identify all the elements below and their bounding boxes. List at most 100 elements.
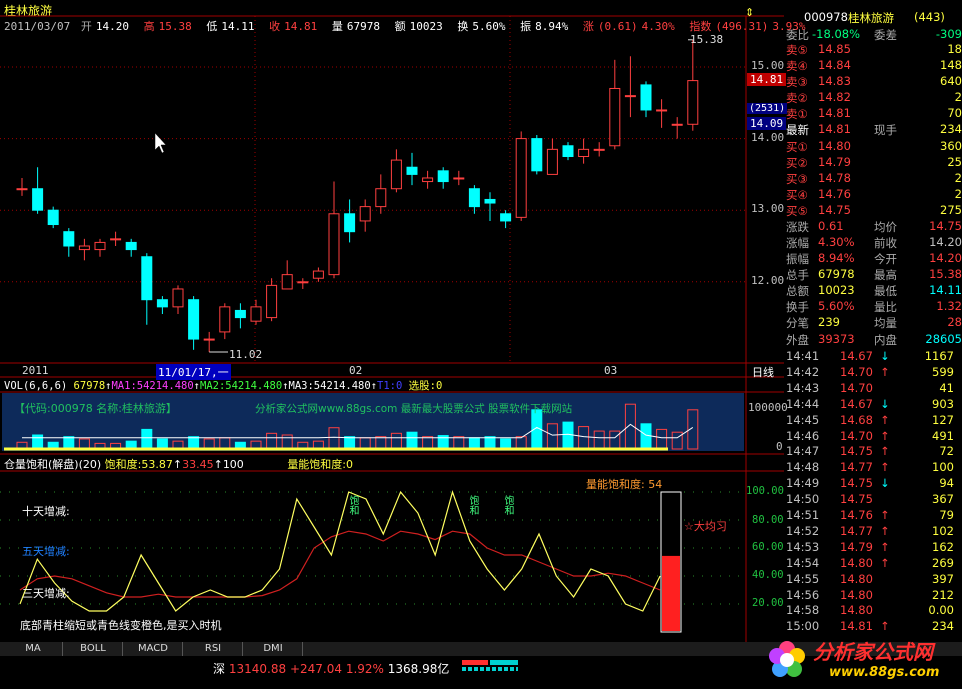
tab-macd[interactable]: MACD — [124, 642, 183, 656]
price-axis-13: 13.00 — [751, 202, 785, 215]
candle-body — [375, 188, 387, 208]
tick-direction: ↓ — [880, 476, 890, 491]
ind-axis-100: 100.00 — [746, 485, 784, 497]
volume-bar — [266, 432, 278, 450]
candle-body — [234, 309, 246, 319]
tab-rsi[interactable]: RSI — [184, 642, 243, 656]
tick-price: 14.75 — [840, 444, 873, 459]
volume-bar — [515, 436, 527, 450]
bid-label: 买① — [786, 140, 808, 154]
stat-value-2: 14.11 — [929, 283, 962, 297]
candle-body — [32, 188, 44, 211]
buy-tip: 底部青柱缩短或青色线变橙色,是买入时机 — [20, 619, 222, 632]
tick-volume: 491 — [932, 428, 954, 443]
bid-label: 买② — [786, 156, 808, 170]
ask-row: 卖⑤ 14.85 18 — [784, 42, 962, 57]
tick-time: 14:51 — [786, 508, 820, 522]
tick-volume: 127 — [932, 412, 954, 427]
candle-body — [500, 213, 512, 222]
tab-ma[interactable]: MA — [4, 642, 63, 656]
tick-time: 14:55 — [786, 571, 820, 586]
tick-row: 14:42 14.70 ↑ 599 — [784, 365, 962, 380]
period-label[interactable]: 日线 — [752, 364, 774, 380]
tick-row: 14:51 14.76 ↑ 79 — [784, 508, 962, 523]
three-day-label: 三天增减: — [22, 587, 70, 600]
candle-body — [593, 148, 605, 151]
tick-volume: 903 — [932, 396, 954, 411]
ask-price: 14.82 — [818, 90, 851, 104]
tick-time: 14:50 — [786, 492, 820, 507]
tick-time: 14:43 — [786, 380, 820, 395]
stat-value: 10023 — [818, 283, 855, 297]
volume-bar — [375, 436, 387, 450]
bid-row: 买③ 14.78 2 — [784, 171, 962, 186]
tick-time: 14:56 — [786, 587, 820, 602]
stat-label: 涨幅 — [786, 236, 809, 250]
scroll-icon[interactable]: ⇕ — [745, 6, 754, 19]
candle-body — [47, 209, 59, 226]
tick-direction: ↑ — [880, 460, 890, 475]
tick-direction: ↑ — [880, 428, 890, 443]
time-year: 2011 — [22, 364, 49, 377]
tick-row: 14:55 14.80 397 — [784, 572, 962, 587]
tick-volume: 599 — [932, 364, 954, 379]
five-day-label: 五天增减: — [22, 545, 70, 558]
tick-direction: ↑ — [880, 444, 890, 459]
tick-volume: 102 — [932, 523, 954, 538]
candle-body — [687, 80, 699, 125]
kline-chart[interactable] — [0, 0, 784, 642]
ask-row: 卖③ 14.83 640 — [784, 74, 962, 89]
tick-volume: 212 — [932, 587, 954, 602]
tick-row: 14:44 14.67 ↓ 903 — [784, 397, 962, 412]
volume-bar — [500, 438, 512, 450]
volume-bar — [406, 431, 418, 450]
volume-bar — [562, 421, 574, 450]
tick-price: 14.80 — [840, 571, 873, 586]
ask-price: 14.84 — [818, 58, 851, 72]
market-pct: 1.92% — [345, 662, 384, 676]
stat-row: 总手 67978 最高 15.38 — [784, 267, 962, 282]
tick-time: 14:46 — [786, 428, 820, 443]
price-axis-14: 14.00 — [751, 131, 785, 144]
outer-label: 外盘 — [786, 333, 809, 347]
tick-time: 14:49 — [786, 476, 820, 491]
candle-body — [156, 299, 168, 308]
stat-label: 分笔 — [786, 316, 809, 330]
tick-volume: 94 — [939, 476, 954, 491]
vol-ma1: MA1:54214.480 — [111, 380, 194, 392]
volume-bar — [78, 438, 90, 450]
outer-value: 39373 — [818, 332, 855, 346]
tick-volume: 41 — [939, 380, 954, 395]
bid-row: 买④ 14.76 2 — [784, 187, 962, 202]
time-feb: 02 — [349, 364, 363, 377]
ratio-value: -18.08% — [812, 27, 860, 41]
signal-label-3: 饱和 — [502, 495, 513, 515]
volume-bar — [422, 436, 434, 450]
candle-body — [624, 95, 636, 98]
tab-dmi[interactable]: DMI — [244, 642, 303, 656]
right-mark-text: 大均习 — [693, 520, 727, 533]
candle-body — [312, 270, 324, 279]
bid-label: 买④ — [786, 188, 808, 202]
vol-value: 67978 — [73, 380, 106, 392]
five-day-line — [19, 530, 661, 598]
tick-volume: 72 — [939, 444, 954, 459]
bid-label: 买③ — [786, 172, 808, 186]
stat-value-2: 1.32 — [936, 299, 962, 313]
bid-label: 买⑤ — [786, 204, 808, 218]
volume-bar — [546, 423, 558, 450]
last-vol-label: 现手 — [874, 123, 897, 137]
panel-name: 桂林旅游 — [848, 11, 894, 25]
candle-body — [250, 306, 262, 322]
stat-label: 总额 — [786, 284, 809, 298]
ask-volume: 18 — [947, 42, 962, 56]
tick-row: 14:43 14.70 41 — [784, 381, 962, 396]
inner-value: 28605 — [925, 332, 962, 346]
candle-body — [437, 170, 449, 183]
tick-time: 14:41 — [786, 349, 820, 363]
candle-body — [562, 145, 574, 157]
stat-value-2: 14.20 — [929, 251, 962, 265]
right-mark: ☆大均习 — [684, 518, 727, 534]
stat-label-2: 均价 — [874, 220, 897, 234]
tab-boll[interactable]: BOLL — [64, 642, 123, 656]
